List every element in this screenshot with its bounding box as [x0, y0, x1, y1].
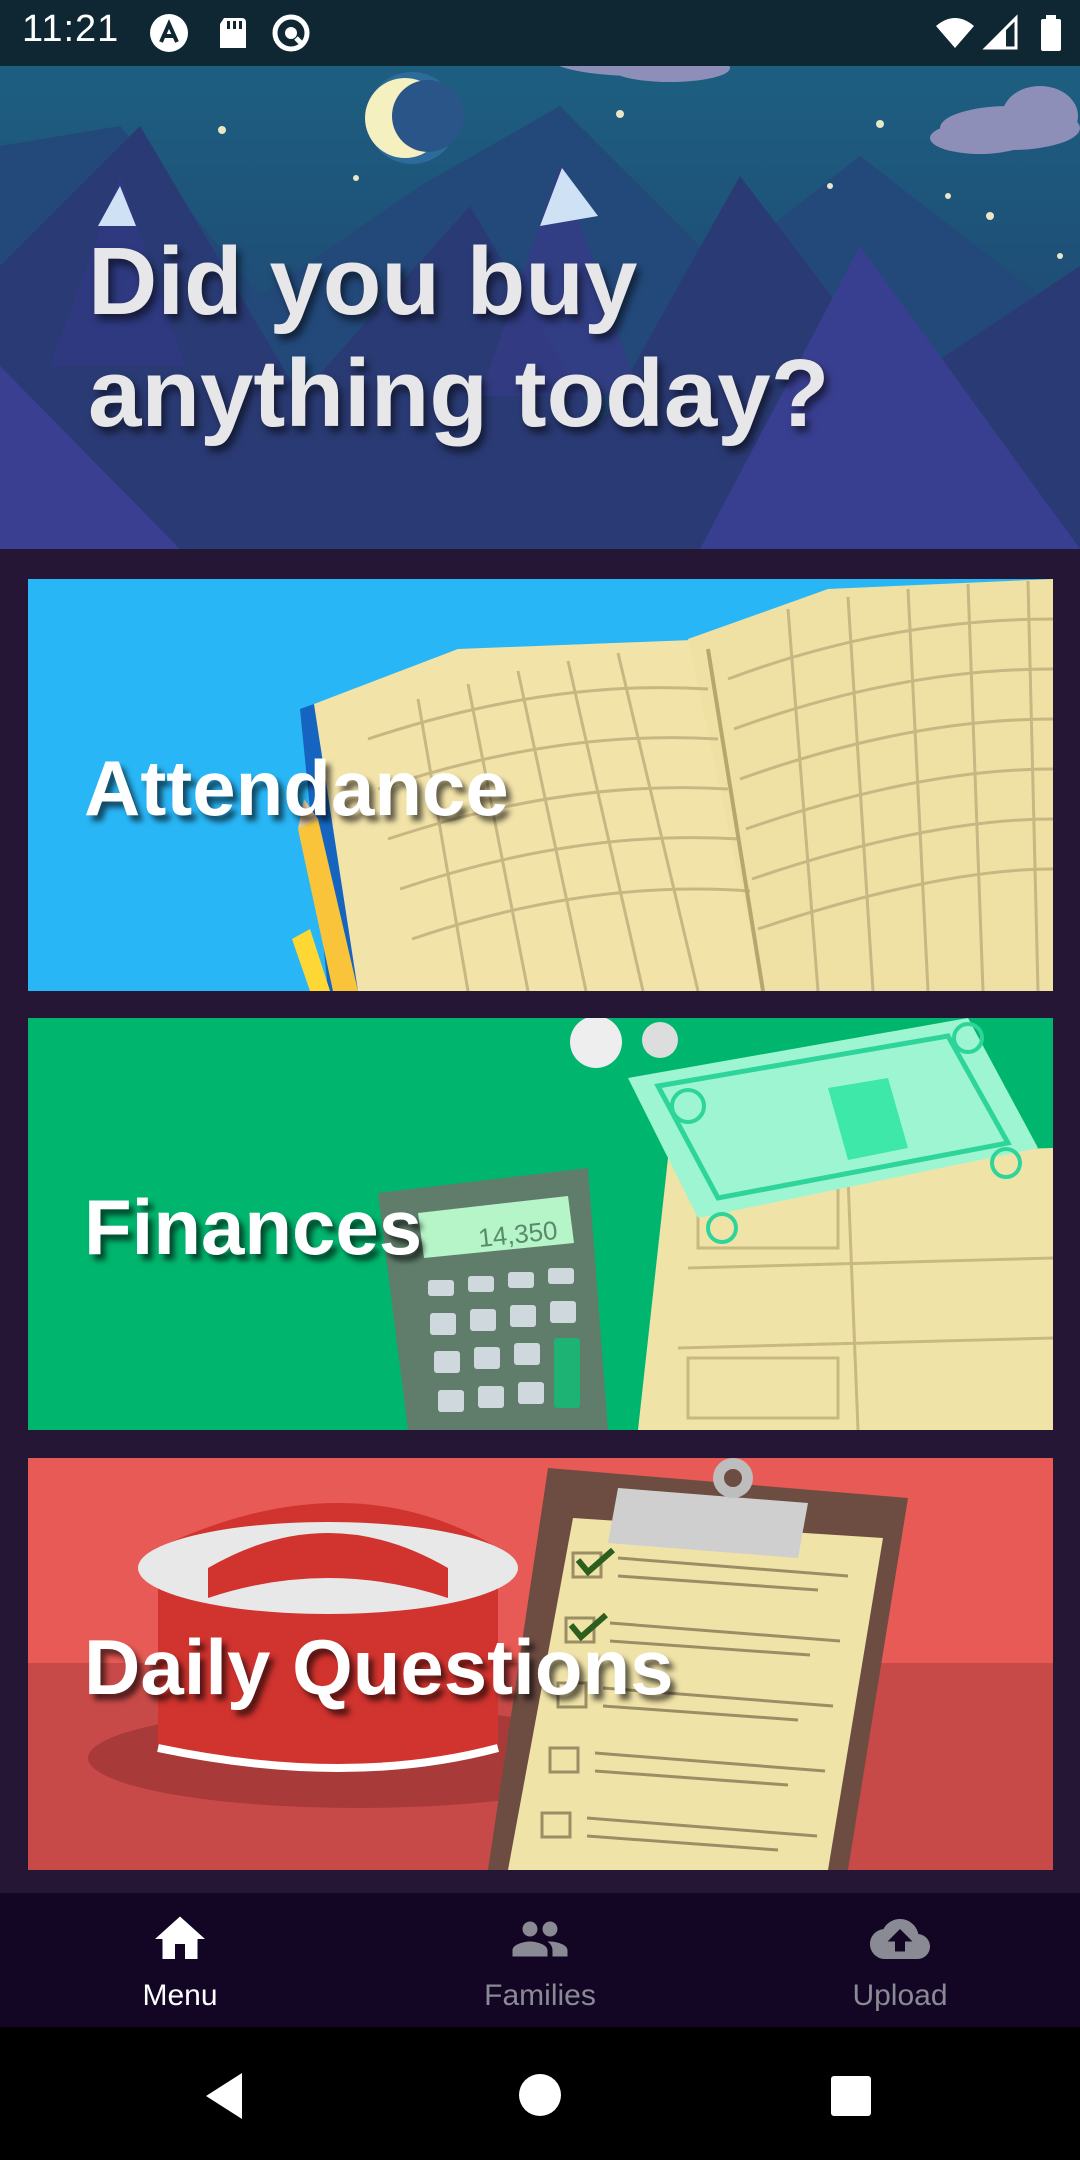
home-circle-icon[interactable]	[518, 2073, 562, 2117]
system-navigation-bar	[0, 2027, 1080, 2160]
header-banner: Did you buy anything today?	[0, 66, 1080, 549]
nav-label-upload: Upload	[852, 1979, 948, 2012]
at-sign-icon	[272, 14, 310, 52]
app-a-icon	[150, 14, 188, 52]
nav-item-families[interactable]: Families	[360, 1893, 720, 2027]
sd-card-icon	[220, 18, 246, 48]
nav-label-menu: Menu	[142, 1979, 218, 2012]
finances-label: Finances	[84, 1183, 423, 1271]
page-title: Did you buy anything today?	[88, 228, 830, 447]
cellular-signal-icon	[982, 14, 1018, 50]
status-bar: 11:21	[0, 0, 1080, 66]
nav-item-upload[interactable]: Upload	[720, 1893, 1080, 2027]
status-time: 11:21	[22, 8, 120, 50]
home-icon	[155, 1916, 205, 1959]
cloud-upload-icon	[870, 1919, 930, 1959]
finances-card[interactable]: 14,350 Finances	[28, 1018, 1053, 1430]
calculator-display: 14,350	[477, 1215, 559, 1253]
bottom-navigation: Menu Families Upload	[0, 1893, 1080, 2027]
wifi-icon	[936, 18, 974, 48]
back-icon[interactable]	[202, 2071, 246, 2121]
daily-questions-label: Daily Questions	[84, 1623, 674, 1711]
nav-item-menu[interactable]: Menu	[0, 1893, 360, 2027]
people-icon	[512, 1921, 568, 1957]
daily-questions-card[interactable]: Daily Questions	[28, 1458, 1053, 1870]
recents-icon[interactable]	[830, 2075, 872, 2117]
attendance-card[interactable]: Attendance	[28, 579, 1053, 991]
attendance-label: Attendance	[84, 744, 509, 832]
battery-icon	[1041, 15, 1061, 51]
nav-label-families: Families	[484, 1979, 596, 2012]
